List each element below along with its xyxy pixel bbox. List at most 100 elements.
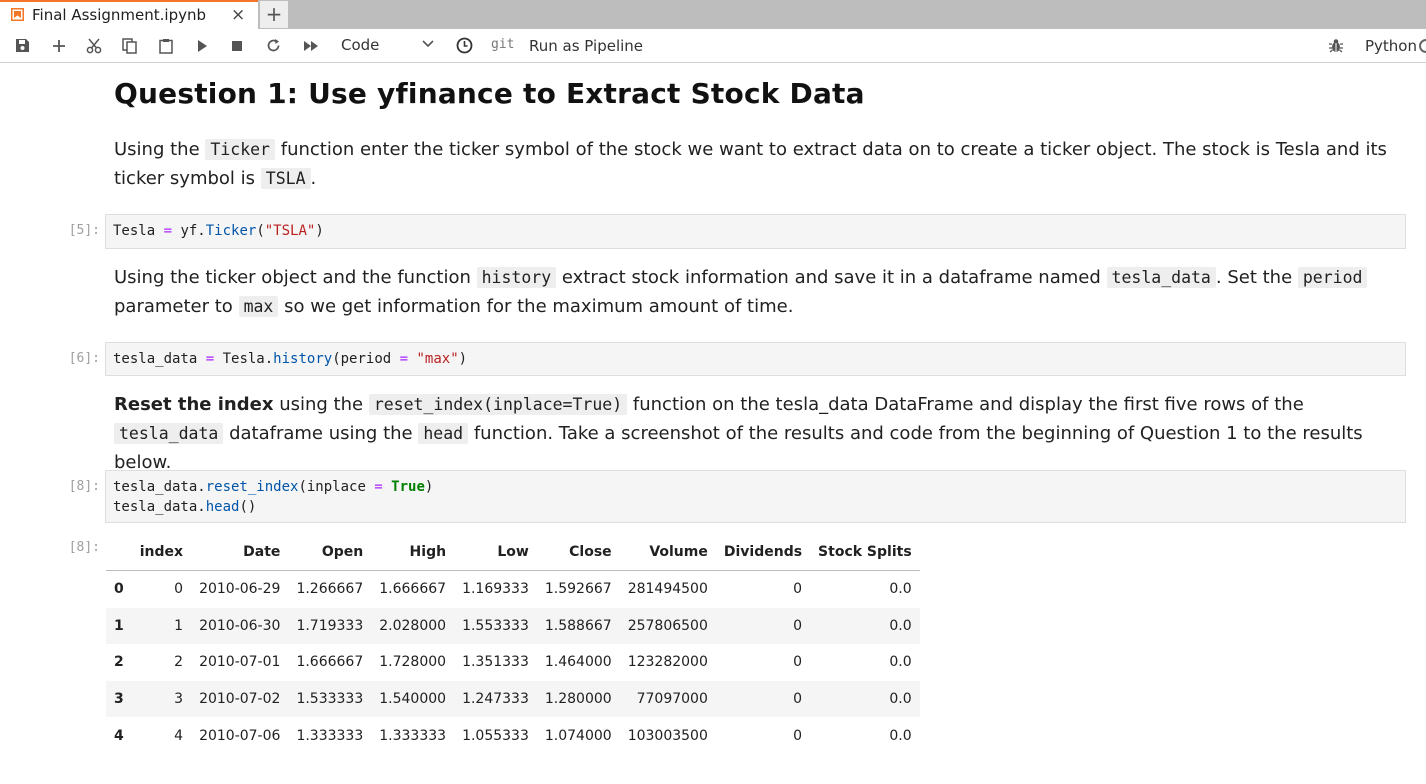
notebook-tab[interactable]: Final Assignment.ipynb × bbox=[0, 0, 258, 29]
markdown-cell-2: Using the ticker object and the function… bbox=[114, 263, 1394, 321]
stop-icon[interactable] bbox=[228, 29, 246, 62]
table-cell: 2010-07-06 bbox=[199, 727, 281, 744]
table-cell: 1.592667 bbox=[544, 581, 612, 598]
column-header: Close bbox=[536, 533, 620, 571]
table-row: 1 1 2010-06-30 1.719333 2.028000 1.553333 1.58… bbox=[106, 607, 920, 645]
table-cell: 1.169333 bbox=[462, 581, 529, 598]
table-cell: 1.074000 bbox=[544, 727, 612, 744]
row-index: 4 bbox=[114, 727, 124, 744]
copy-icon[interactable] bbox=[120, 29, 140, 62]
tab-title: Final Assignment.ipynb bbox=[32, 6, 207, 24]
table-cell: 123282000 bbox=[627, 654, 708, 671]
row-index: 1 bbox=[114, 617, 124, 634]
table-cell: 1.666667 bbox=[379, 581, 447, 598]
table-header-row: index Date Open High Low Close Volume Dividends… bbox=[106, 533, 920, 571]
inline-code: TSLA bbox=[260, 168, 311, 189]
md-text: Using the bbox=[114, 139, 200, 160]
clock-icon[interactable] bbox=[454, 29, 474, 62]
cut-icon[interactable] bbox=[84, 29, 104, 62]
table-cell: 0.0 bbox=[889, 691, 912, 708]
table-cell: 2010-06-29 bbox=[199, 581, 281, 598]
table-cell: 1.266667 bbox=[296, 581, 364, 598]
table-cell: 1.588667 bbox=[544, 617, 612, 634]
kernel-name[interactable]: Python bbox=[1365, 37, 1417, 55]
restart-icon[interactable] bbox=[263, 29, 283, 62]
column-header bbox=[106, 533, 132, 571]
code-cell-5[interactable]: Tesla = yf.Ticker("TSLA") bbox=[105, 214, 1406, 249]
cell-prompt: [5]: bbox=[68, 223, 100, 238]
table-body: 0 0 2010-06-29 1.266667 1.666667 1.169333 1.59… bbox=[106, 571, 920, 754]
fast-forward-icon[interactable] bbox=[300, 29, 322, 62]
md-text: dataframe using the bbox=[229, 423, 413, 444]
table-cell: 0 bbox=[793, 581, 803, 598]
cell-type-dropdown[interactable]: Code bbox=[336, 35, 440, 57]
table-cell: 0.0 bbox=[889, 581, 912, 598]
bug-icon[interactable] bbox=[1326, 29, 1346, 62]
table-cell: 4 bbox=[174, 727, 184, 744]
output-prompt: [8]: bbox=[68, 540, 100, 555]
table-cell: 103003500 bbox=[627, 727, 708, 744]
inline-code: period bbox=[1297, 267, 1368, 288]
new-tab-button[interactable]: + bbox=[260, 1, 288, 28]
code-cell-6[interactable]: tesla_data = Tesla.history(period = "max… bbox=[105, 342, 1406, 376]
md-text: . Set the bbox=[1215, 267, 1293, 288]
save-icon[interactable] bbox=[12, 29, 32, 62]
inline-code: tesla_data bbox=[1106, 267, 1216, 288]
table-cell: 1.540000 bbox=[379, 691, 447, 708]
git-button[interactable]: git bbox=[491, 37, 514, 52]
table-cell: 1.553333 bbox=[462, 617, 529, 634]
table-cell: 1.464000 bbox=[544, 654, 612, 671]
table-cell: 2010-07-01 bbox=[199, 654, 281, 671]
md-bold: Reset the index bbox=[114, 394, 274, 415]
run-icon[interactable] bbox=[193, 29, 211, 62]
kernel-status-icon bbox=[1419, 39, 1426, 53]
table-cell: 1.533333 bbox=[296, 691, 364, 708]
add-icon[interactable] bbox=[49, 29, 69, 62]
table-row: 2 2 2010-07-01 1.666667 1.728000 1.351333 1.46… bbox=[106, 644, 920, 681]
table-cell: 2 bbox=[174, 654, 184, 671]
table-cell: 0.0 bbox=[889, 727, 912, 744]
table-cell: 1 bbox=[174, 617, 184, 634]
table-cell: 1.351333 bbox=[462, 654, 529, 671]
close-icon[interactable]: × bbox=[231, 5, 245, 25]
table-cell: 1.055333 bbox=[462, 727, 529, 744]
notebook-toolbar: Code git Run as Pipeline Python bbox=[0, 29, 1426, 63]
column-header: Low bbox=[454, 533, 537, 571]
inline-code: max bbox=[238, 296, 279, 317]
column-header: High bbox=[371, 533, 455, 571]
table-cell: 77097000 bbox=[636, 691, 708, 708]
table-cell: 0 bbox=[793, 691, 803, 708]
table-cell: 1.719333 bbox=[296, 617, 364, 634]
column-header: Open bbox=[288, 533, 372, 571]
table-cell: 0 bbox=[793, 654, 803, 671]
chevron-down-icon bbox=[422, 40, 434, 48]
table-cell: 281494500 bbox=[627, 581, 708, 598]
inline-code: head bbox=[418, 423, 469, 444]
table-cell: 2.028000 bbox=[379, 617, 447, 634]
code-cell-8[interactable]: tesla_data.reset_index(inplace = True) t… bbox=[105, 470, 1406, 523]
run-as-pipeline-button[interactable]: Run as Pipeline bbox=[529, 37, 643, 55]
md-text: extract stock information and save it in… bbox=[561, 267, 1101, 288]
cell-type-value: Code bbox=[341, 36, 380, 54]
table-cell: 257806500 bbox=[627, 617, 708, 634]
table-cell: 0.0 bbox=[889, 617, 912, 634]
table-cell: 2010-06-30 bbox=[199, 617, 281, 634]
table-cell: 1.728000 bbox=[379, 654, 447, 671]
md-text: . bbox=[310, 168, 317, 189]
table-row: 0 0 2010-06-29 1.266667 1.666667 1.169333 1.59… bbox=[106, 571, 920, 608]
markdown-cell-3: Reset the index using the reset_index(in… bbox=[114, 390, 1394, 477]
tab-bar: Final Assignment.ipynb × + bbox=[0, 0, 1426, 29]
column-header: index bbox=[131, 533, 192, 571]
md-text: Using the ticker object and the function bbox=[114, 267, 471, 288]
table-cell: 1.333333 bbox=[296, 727, 364, 744]
table-row: 3 3 2010-07-02 1.533333 1.540000 1.247333 1.28… bbox=[106, 680, 920, 718]
table-cell: 0 bbox=[174, 581, 184, 598]
md-text: so we get information for the maximum am… bbox=[284, 296, 794, 317]
markdown-cell-1: Using the Ticker function enter the tick… bbox=[114, 135, 1394, 193]
paste-icon[interactable] bbox=[156, 29, 176, 62]
row-index: 0 bbox=[114, 581, 124, 598]
inline-code: reset_index(inplace=True) bbox=[368, 394, 628, 415]
table-cell: 0 bbox=[793, 727, 803, 744]
table-cell: 3 bbox=[174, 691, 184, 708]
md-text: using the bbox=[279, 394, 364, 415]
